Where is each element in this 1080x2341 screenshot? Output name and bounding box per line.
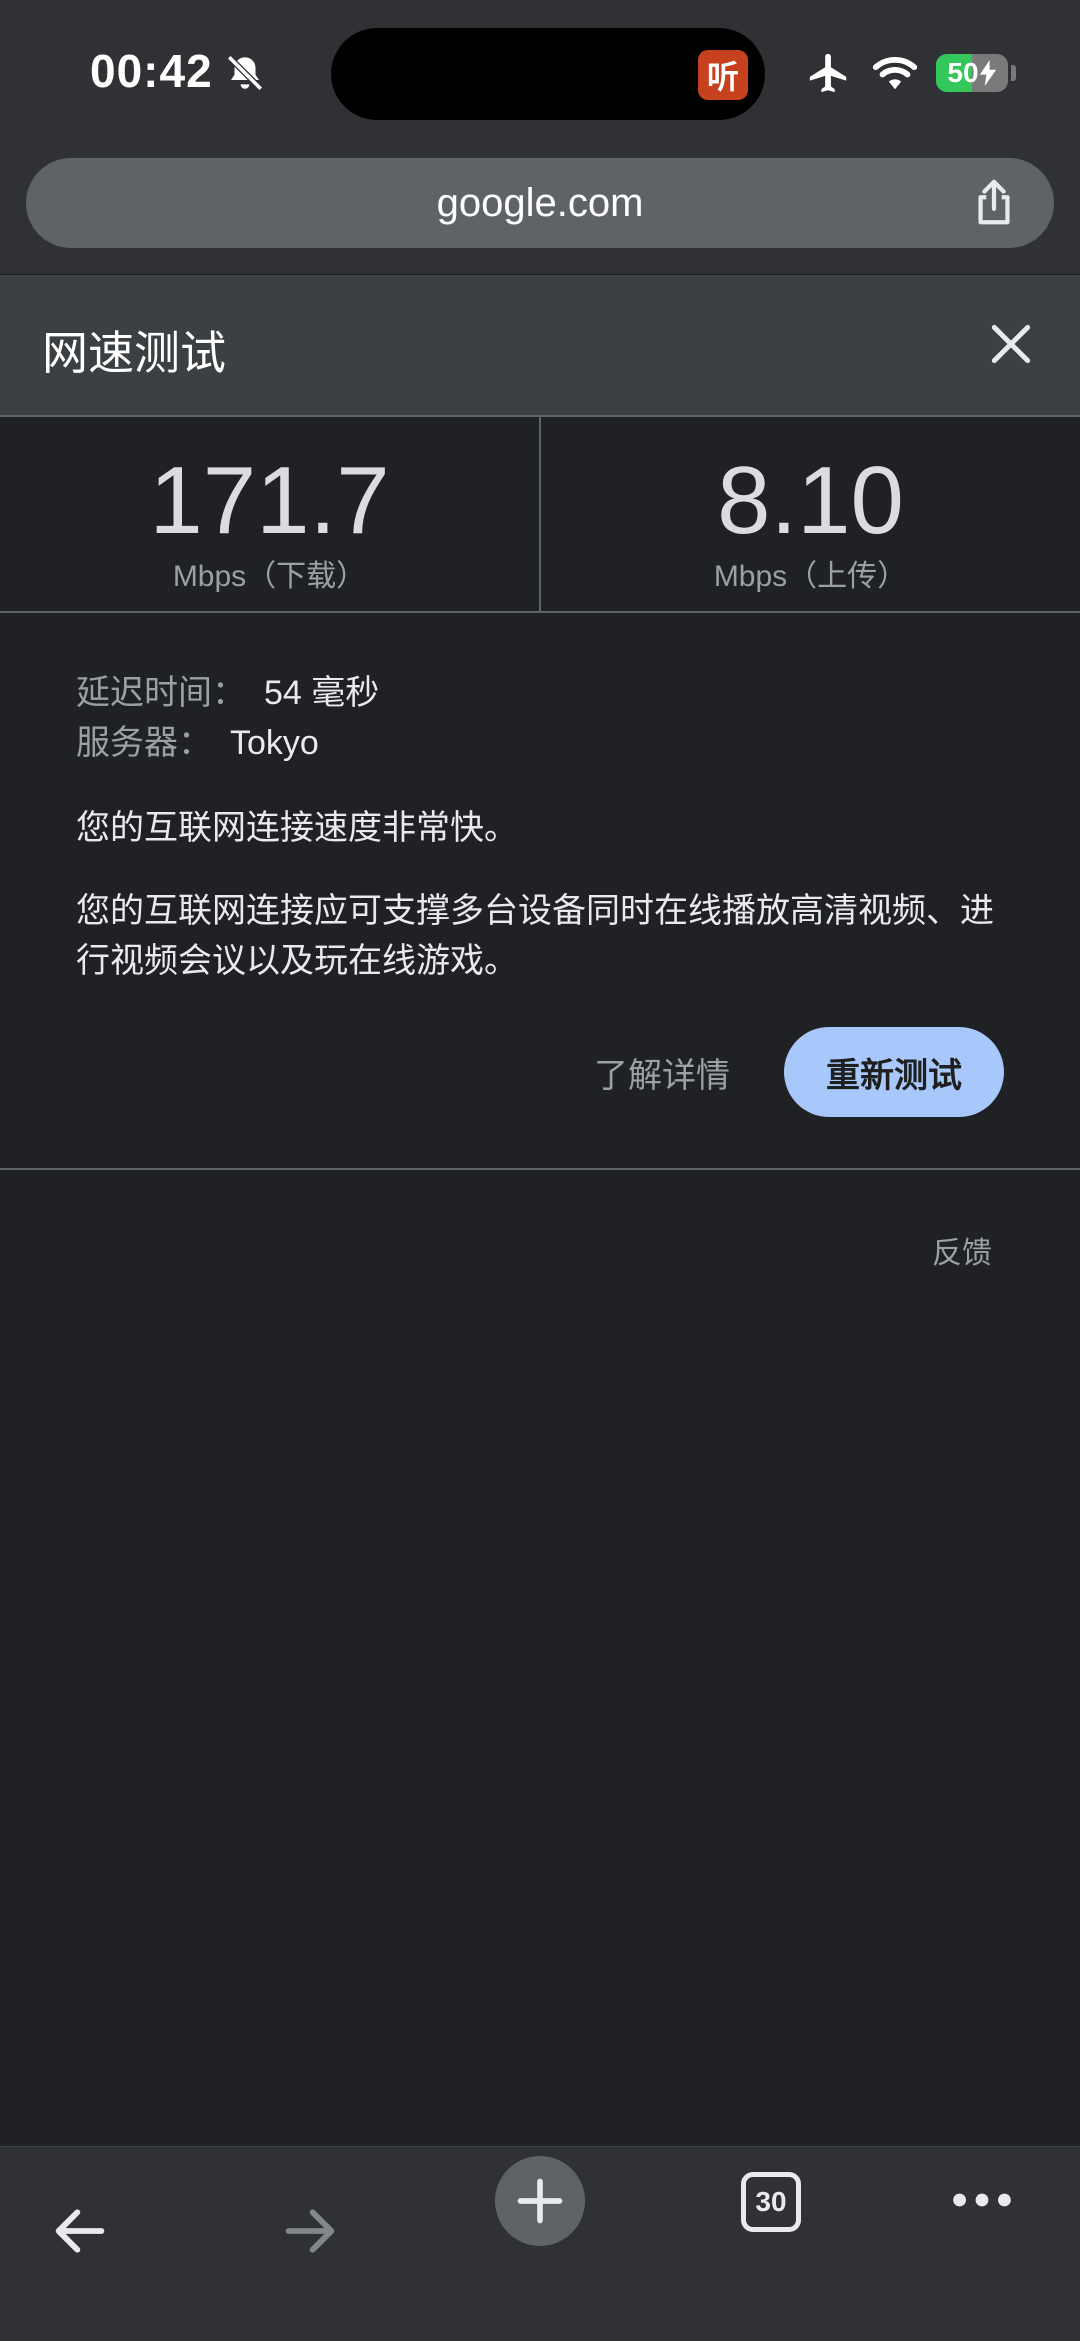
new-tab-button[interactable] — [495, 2156, 585, 2246]
test-details: 延迟时间： 54 毫秒 服务器： Tokyo — [76, 668, 1016, 768]
listen-app-label: 听 — [706, 59, 739, 95]
upload-result: 8.10 Mbps（上传） — [539, 417, 1080, 611]
feedback-link[interactable]: 反馈 — [932, 1228, 992, 1272]
back-arrow-icon[interactable] — [48, 2199, 112, 2263]
address-url: google.com — [436, 180, 644, 225]
retest-button[interactable]: 重新测试 — [784, 1027, 1004, 1117]
latency-value: 54 毫秒 — [264, 674, 380, 712]
more-icon[interactable] — [950, 2184, 1014, 2216]
bell-off-icon — [227, 55, 263, 91]
download-unit: Mbps（下载） — [172, 560, 367, 593]
listen-app-icon: 听 — [698, 50, 748, 100]
latency-label: 延迟时间： — [76, 674, 246, 712]
share-icon[interactable] — [970, 178, 1018, 228]
airplane-icon — [809, 53, 847, 93]
tab-count: 30 — [755, 2186, 787, 2217]
address-bar[interactable]: google.com — [26, 158, 1054, 248]
speed-test-header: 网速测试 — [0, 275, 1080, 415]
server-value: Tokyo — [230, 724, 319, 762]
browser-top-chrome: 00:42 听 50 google.com — [0, 0, 1080, 274]
battery-level: 50 — [936, 54, 1008, 92]
upload-speed: 8.10 — [717, 447, 904, 554]
forward-arrow-icon[interactable] — [278, 2199, 342, 2263]
download-result: 171.7 Mbps（下载） — [0, 417, 539, 611]
screen: 00:42 听 50 google.com 网速测试 171.7 Mbps（下载… — [0, 0, 1080, 2341]
speed-summary: 您的互联网连接速度非常快。 — [76, 809, 518, 847]
wifi-icon — [872, 56, 918, 90]
speed-results: 171.7 Mbps（下载） 8.10 Mbps（上传） — [0, 415, 1080, 613]
server-row: 服务器： Tokyo — [76, 718, 1016, 768]
battery-cap — [1011, 65, 1016, 81]
divider — [0, 1168, 1080, 1170]
battery-label: 50 — [947, 57, 979, 88]
learn-more-link[interactable]: 了解详情 — [594, 1048, 730, 1097]
latency-row: 延迟时间： 54 毫秒 — [76, 668, 1016, 718]
speed-test-title: 网速测试 — [42, 327, 226, 379]
plus-icon — [517, 2178, 563, 2224]
battery-indicator: 50 — [936, 54, 1008, 92]
charging-bolt-icon — [979, 60, 996, 86]
tab-switcher-button[interactable]: 30 — [741, 2172, 801, 2232]
upload-unit: Mbps（上传） — [713, 560, 908, 593]
speed-description: 您的互联网连接应可支撑多台设备同时在线播放高清视频、进行视频会议以及玩在线游戏。 — [76, 892, 994, 980]
close-icon[interactable] — [986, 319, 1036, 369]
download-speed: 171.7 — [149, 447, 390, 554]
status-time: 00:42 — [90, 45, 213, 97]
server-label: 服务器： — [76, 724, 212, 762]
